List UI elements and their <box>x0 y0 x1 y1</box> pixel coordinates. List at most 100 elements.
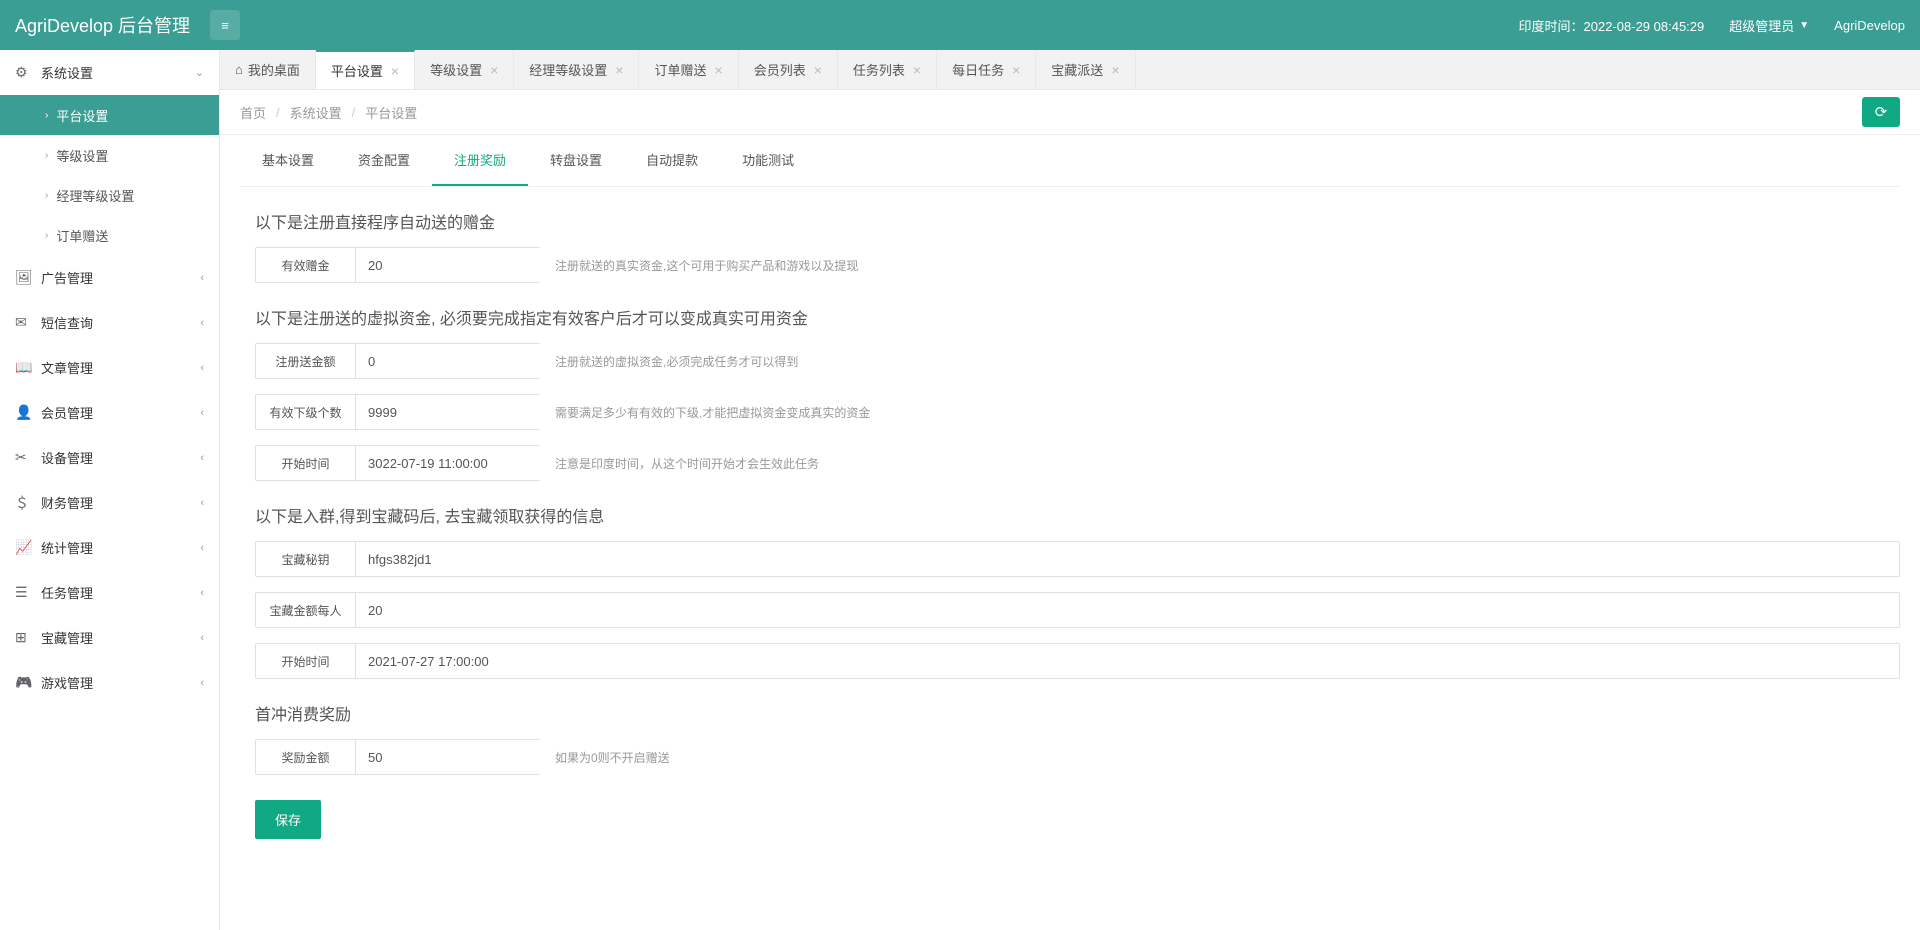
inner-tab[interactable]: 转盘设置 <box>528 135 624 186</box>
field-label: 宝藏金额每人 <box>256 593 356 627</box>
inner-tab[interactable]: 基本设置 <box>240 135 336 186</box>
sidebar-group[interactable]: 🖼广告管理‹ <box>0 255 219 300</box>
section-title: 以下是入群,得到宝藏码后, 去宝藏领取获得的信息 <box>255 503 1900 527</box>
app-name-label: AgriDevelop <box>1834 18 1905 33</box>
tab-label: 订单赠送 <box>654 60 706 79</box>
save-button[interactable]: 保存 <box>255 800 321 839</box>
sidebar-group[interactable]: ＄财务管理‹ <box>0 480 219 525</box>
sidebar-icon: ✉ <box>15 314 31 331</box>
field-label: 有效下级个数 <box>256 395 356 429</box>
user-menu[interactable]: 超级管理员 ▼ <box>1729 16 1809 35</box>
sidebar-group-label: 游戏管理 <box>41 673 93 692</box>
treasure-amount-input[interactable] <box>356 593 1899 627</box>
page-tab[interactable]: 会员列表× <box>739 50 838 89</box>
close-icon[interactable]: × <box>615 62 623 78</box>
tab-label: 每日任务 <box>952 60 1004 79</box>
close-icon[interactable]: × <box>715 62 723 78</box>
help-text: 如果为0则不开启赠送 <box>555 749 670 766</box>
sidebar-group[interactable]: ✂设备管理‹ <box>0 435 219 480</box>
chevron-icon: ‹ <box>200 587 204 599</box>
breadcrumb-item[interactable]: 系统设置 <box>290 103 342 122</box>
help-text: 注册就送的真实资金,这个可用于购买产品和游戏以及提现 <box>555 257 858 274</box>
user-role-label: 超级管理员 <box>1729 16 1794 35</box>
subordinate-count-input[interactable] <box>356 395 556 429</box>
arrow-right-icon: › <box>45 190 48 201</box>
sidebar-group[interactable]: 📈 统计管理 ‹ <box>0 525 219 570</box>
tab-label: 任务列表 <box>853 60 905 79</box>
page-tab[interactable]: 平台设置× <box>316 50 415 89</box>
treasure-start-time-input[interactable] <box>356 644 1899 678</box>
sidebar-group[interactable]: ⊞宝藏管理‹ <box>0 615 219 660</box>
close-icon[interactable]: × <box>814 62 822 78</box>
breadcrumb-bar: 首页 / 系统设置 / 平台设置 ⟳ <box>220 90 1920 135</box>
sidebar-group[interactable]: 🎮游戏管理‹ <box>0 660 219 705</box>
chevron-icon: ‹ <box>200 542 204 554</box>
inner-tab[interactable]: 功能测试 <box>720 135 816 186</box>
sidebar-icon: 📖 <box>15 359 31 376</box>
page-tab[interactable]: ⌂我的桌面 <box>220 50 316 89</box>
sidebar-item[interactable]: ›平台设置 <box>0 95 219 135</box>
chevron-icon: ‹ <box>200 272 204 284</box>
sidebar-group-label: 文章管理 <box>41 358 93 377</box>
inner-tab[interactable]: 注册奖励 <box>432 135 528 186</box>
close-icon[interactable]: × <box>1111 62 1119 78</box>
inner-tabs: 基本设置资金配置注册奖励转盘设置自动提款功能测试 <box>240 135 1900 187</box>
sidebar-group[interactable]: 👤 会员管理 ‹ <box>0 390 219 435</box>
refresh-icon: ⟳ <box>1875 103 1888 121</box>
sidebar-item[interactable]: ›订单赠送 <box>0 215 219 255</box>
sidebar-group-label: 财务管理 <box>41 493 93 512</box>
sidebar-icon: ⚙ <box>15 64 31 81</box>
breadcrumb-item[interactable]: 首页 <box>240 103 266 122</box>
sidebar-group-label: 任务管理 <box>41 583 93 602</box>
sidebar-group[interactable]: 📖文章管理‹ <box>0 345 219 390</box>
refresh-button[interactable]: ⟳ <box>1862 97 1900 127</box>
page-tab[interactable]: 等级设置 × <box>415 50 514 89</box>
field-label: 奖励金额 <box>256 740 356 774</box>
arrow-right-icon: › <box>45 150 48 161</box>
field-label: 注册送金额 <box>256 344 356 378</box>
effective-bonus-input[interactable] <box>356 248 556 282</box>
inner-tab[interactable]: 资金配置 <box>336 135 432 186</box>
sidebar-group[interactable]: ⚙系统设置⌄ <box>0 50 219 95</box>
close-icon[interactable]: × <box>1012 62 1020 78</box>
sidebar-icon: ⊞ <box>15 629 31 646</box>
tab-label: 等级设置 <box>430 60 482 79</box>
sidebar-item[interactable]: › 经理等级设置 <box>0 175 219 215</box>
sidebar-toggle-button[interactable]: ≡ <box>210 10 240 40</box>
sidebar-group-label: 统计管理 <box>41 538 93 557</box>
sidebar-item-label: 等级设置 <box>56 146 108 165</box>
register-bonus-input[interactable] <box>356 344 556 378</box>
inner-tab[interactable]: 自动提款 <box>624 135 720 186</box>
sidebar-item-label: 经理等级设置 <box>56 186 134 205</box>
sidebar-item-label: 平台设置 <box>56 106 108 125</box>
sidebar-group[interactable]: ✉短信查询‹ <box>0 300 219 345</box>
page-tab[interactable]: 订单赠送 × <box>639 50 738 89</box>
home-icon: ⌂ <box>235 62 243 77</box>
sidebar-icon: ＄ <box>15 493 31 513</box>
reward-amount-input[interactable] <box>356 740 556 774</box>
page-tab[interactable]: 经理等级设置× <box>514 50 639 89</box>
field-label: 有效赠金 <box>256 248 356 282</box>
breadcrumb-separator: / <box>352 105 356 120</box>
sidebar-icon: ☰ <box>15 584 31 601</box>
sidebar-icon: 🎮 <box>15 674 31 691</box>
treasure-key-input[interactable] <box>356 542 1899 576</box>
sidebar-icon: 🖼 <box>15 269 31 286</box>
sidebar-item[interactable]: › 等级设置 <box>0 135 219 175</box>
sidebar-group-label: 宝藏管理 <box>41 628 93 647</box>
sidebar-icon: 📈 <box>15 539 31 556</box>
chevron-icon: ⌄ <box>195 66 204 79</box>
page-tab[interactable]: 任务列表 × <box>838 50 937 89</box>
page-tab[interactable]: 宝藏派送× <box>1036 50 1135 89</box>
sidebar-group-label: 短信查询 <box>41 313 93 332</box>
sidebar-group-label: 设备管理 <box>41 448 93 467</box>
page-tab[interactable]: 每日任务 × <box>937 50 1036 89</box>
close-icon[interactable]: × <box>913 62 921 78</box>
sidebar-group-label: 会员管理 <box>41 403 93 422</box>
sidebar-icon: 👤 <box>15 404 31 421</box>
start-time-input[interactable] <box>356 446 556 480</box>
close-icon[interactable]: × <box>391 63 399 79</box>
close-icon[interactable]: × <box>490 62 498 78</box>
chevron-icon: ‹ <box>200 407 204 419</box>
sidebar-group[interactable]: ☰ 任务管理 ‹ <box>0 570 219 615</box>
